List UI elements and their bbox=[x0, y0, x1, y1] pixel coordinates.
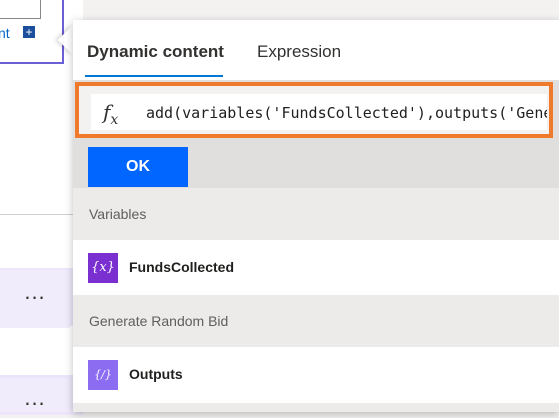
more-options-button[interactable]: ... bbox=[0, 378, 70, 412]
panel-tabs: Dynamic content Expression bbox=[73, 20, 559, 80]
expression-value: add(variables('FundsCollected'),outputs(… bbox=[146, 104, 547, 122]
action-card: nt + bbox=[0, 0, 64, 64]
expression-area: fx add(variables('FundsCollected'),outpu… bbox=[73, 80, 559, 140]
variable-icon: {x} bbox=[88, 253, 118, 283]
list-item-outputs[interactable]: {/} Outputs bbox=[73, 347, 559, 403]
ok-row: OK bbox=[73, 140, 559, 188]
tab-expression[interactable]: Expression bbox=[257, 42, 341, 62]
active-tab-indicator bbox=[85, 75, 223, 77]
section-header-generate-random-bid: Generate Random Bid bbox=[73, 295, 559, 347]
add-dynamic-content-link[interactable]: nt bbox=[0, 25, 10, 41]
list-item-fundscollected[interactable]: {x} FundsCollected bbox=[73, 240, 559, 296]
card-input-field[interactable] bbox=[0, 0, 41, 19]
fx-icon: fx bbox=[103, 100, 119, 128]
flow-canvas: nt + ... ... bbox=[0, 0, 83, 415]
compose-icon: {/} bbox=[88, 360, 118, 390]
section-header-variables: Variables bbox=[73, 188, 559, 240]
dynamic-content-panel: Dynamic content Expression fx add(variab… bbox=[73, 20, 559, 412]
expression-highlight: fx add(variables('FundsCollected'),outpu… bbox=[75, 82, 553, 138]
more-options-button[interactable]: ... bbox=[0, 270, 70, 328]
divider bbox=[0, 214, 83, 215]
item-label: FundsCollected bbox=[129, 259, 235, 275]
expression-input[interactable]: fx add(variables('FundsCollected'),outpu… bbox=[91, 94, 547, 130]
plus-icon[interactable]: + bbox=[23, 26, 35, 38]
item-label: Outputs bbox=[129, 366, 183, 382]
tab-dynamic-content[interactable]: Dynamic content bbox=[87, 42, 224, 62]
section-header-next bbox=[73, 403, 559, 412]
ok-button[interactable]: OK bbox=[88, 147, 188, 187]
